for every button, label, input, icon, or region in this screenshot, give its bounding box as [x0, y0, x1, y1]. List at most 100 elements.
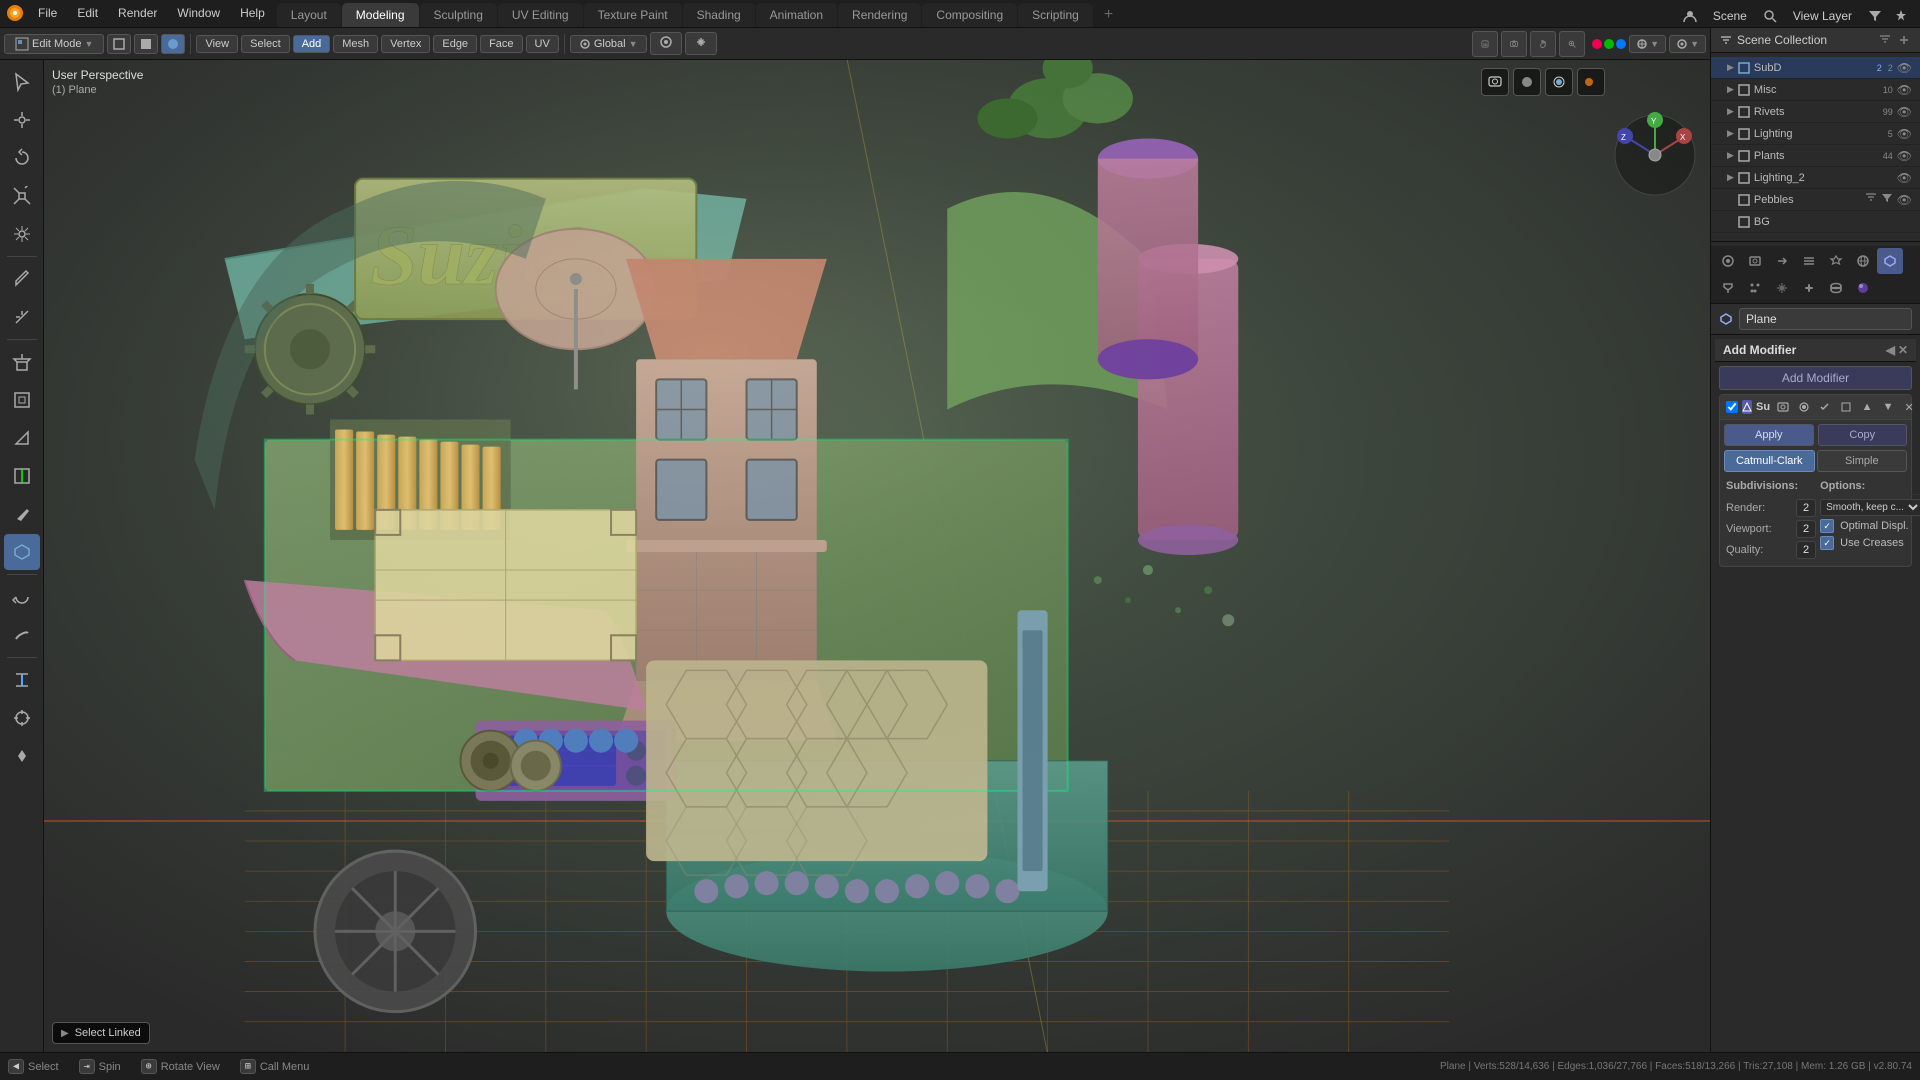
tab-modeling[interactable]: Modeling [342, 3, 419, 27]
menu-window[interactable]: Window [169, 0, 228, 27]
view-type-solid[interactable] [134, 34, 158, 54]
filter-icon[interactable] [1864, 5, 1886, 27]
prop-view-layer-icon[interactable] [1796, 248, 1822, 274]
mod-cage-toggle[interactable] [1837, 398, 1855, 416]
edge-menu-btn[interactable]: Edge [433, 35, 477, 53]
move-tool[interactable] [4, 102, 40, 138]
viewport-rendered-btn[interactable] [1577, 68, 1605, 96]
poly-build-tool[interactable] [4, 534, 40, 570]
view-type-wire[interactable] [107, 34, 131, 54]
apply-button[interactable]: Apply [1724, 424, 1814, 446]
menu-help[interactable]: Help [232, 0, 273, 27]
push-pull-tool[interactable] [4, 738, 40, 774]
collection-eye-rivets[interactable]: 👁 [1897, 105, 1912, 119]
mod-move-up[interactable]: ▲ [1858, 398, 1876, 416]
collection-eye-lighting[interactable]: 👁 [1897, 127, 1912, 141]
face-menu-btn[interactable]: Face [480, 35, 522, 53]
collection-item-rivets[interactable]: ▶ Rivets 99 👁 [1711, 101, 1920, 123]
tab-add-button[interactable]: + [1094, 3, 1123, 27]
simple-button[interactable]: Simple [1817, 450, 1908, 472]
hand-icon[interactable] [1530, 31, 1556, 57]
prop-scene-props-icon[interactable] [1823, 248, 1849, 274]
use-creases-checkbox[interactable] [1820, 536, 1834, 550]
collection-filter-icon[interactable] [1877, 32, 1893, 48]
snap-magnet-btn[interactable] [685, 32, 717, 55]
nav-gizmo[interactable]: Y X Z [1610, 110, 1700, 200]
search-icon[interactable] [1759, 5, 1781, 27]
prop-particles-icon[interactable] [1742, 275, 1768, 301]
prop-modifier-icon[interactable] [1715, 275, 1741, 301]
menu-file[interactable]: File [30, 0, 65, 27]
loop-cut-tool[interactable] [4, 458, 40, 494]
tab-scripting[interactable]: Scripting [1018, 3, 1093, 27]
view-type-material[interactable] [161, 34, 185, 54]
annotate-tool[interactable] [4, 261, 40, 297]
transform-tool[interactable] [4, 216, 40, 252]
proportional-btn[interactable] [650, 32, 682, 55]
prop-scene-icon[interactable] [1715, 248, 1741, 274]
tab-sculpting[interactable]: Sculpting [420, 3, 497, 27]
inset-tool[interactable] [4, 382, 40, 418]
gizmo-toggle-btn[interactable]: ▼ [1669, 35, 1706, 53]
prop-render-icon[interactable] [1742, 248, 1768, 274]
blender-logo-icon[interactable] [4, 2, 26, 24]
collection-eye-misc[interactable]: 👁 [1897, 83, 1912, 97]
camera-icon[interactable] [1501, 31, 1527, 57]
tab-animation[interactable]: Animation [756, 3, 837, 27]
cursor-tool[interactable] [4, 64, 40, 100]
menu-render[interactable]: Render [110, 0, 165, 27]
smooth-tool[interactable] [4, 617, 40, 653]
prop-material-icon[interactable] [1850, 275, 1876, 301]
shrink-fatten-tool[interactable] [4, 700, 40, 736]
collection-item-lighting2[interactable]: ▶ Lighting_2 👁 [1711, 167, 1920, 189]
add-modifier-button[interactable]: Add Modifier [1719, 366, 1912, 390]
collection-item-subd[interactable]: ▶ SubD 2 2 👁 [1711, 57, 1920, 79]
viewport-solid-btn[interactable] [1513, 68, 1541, 96]
render-value-field[interactable]: 2 [1796, 499, 1816, 517]
zoom-icon[interactable] [1559, 31, 1585, 57]
uv-menu-btn[interactable]: UV [526, 35, 559, 53]
prop-data-icon[interactable] [1823, 275, 1849, 301]
bevel-tool[interactable] [4, 420, 40, 456]
prop-constraints-icon[interactable] [1796, 275, 1822, 301]
copy-button[interactable]: Copy [1818, 424, 1908, 446]
prop-physics-icon[interactable] [1769, 275, 1795, 301]
collection-new-icon[interactable] [1896, 32, 1912, 48]
mod-move-down[interactable]: ▼ [1879, 398, 1897, 416]
modifier-close-icon[interactable]: ✕ [1898, 343, 1908, 357]
collection-item-lighting[interactable]: ▶ Lighting 5 👁 [1711, 123, 1920, 145]
prop-output-icon[interactable] [1769, 248, 1795, 274]
collection-item-pebbles[interactable]: ▶ Pebbles 👁 [1711, 189, 1920, 211]
tab-texture-paint[interactable]: Texture Paint [584, 3, 682, 27]
rotate-tool[interactable] [4, 140, 40, 176]
3d-icon[interactable]: 3D [1472, 31, 1498, 57]
collection-eye-subd[interactable]: 👁 [1897, 61, 1912, 75]
smooth-select[interactable]: Smooth, keep c... [1820, 499, 1920, 516]
tab-layout[interactable]: Layout [277, 3, 341, 27]
collection-item-bg[interactable]: ▶ BG [1711, 211, 1920, 233]
prop-object-icon[interactable] [1877, 248, 1903, 274]
edge-slide-tool[interactable] [4, 662, 40, 698]
pin-icon[interactable] [1890, 5, 1912, 27]
vertex-menu-btn[interactable]: Vertex [381, 35, 430, 53]
tab-uv-editing[interactable]: UV Editing [498, 3, 583, 27]
catmull-clark-button[interactable]: Catmull-Clark [1724, 450, 1815, 472]
collection-item-plants[interactable]: ▶ Plants 44 👁 [1711, 145, 1920, 167]
snap-btn[interactable]: Global ▼ [570, 35, 647, 53]
spin-tool[interactable] [4, 579, 40, 615]
collection-item-misc[interactable]: ▶ Misc 10 👁 [1711, 79, 1920, 101]
main-viewport[interactable]: Suzie's Suzie's [44, 60, 1710, 1052]
viewport-overlay-btn[interactable]: ▼ [1629, 35, 1666, 53]
collection-eye-lighting2[interactable]: 👁 [1897, 171, 1912, 185]
extrude-tool[interactable] [4, 344, 40, 380]
collection-eye-pebbles[interactable]: 👁 [1897, 193, 1912, 207]
mod-render-toggle[interactable] [1774, 398, 1792, 416]
edit-mode-selector[interactable]: Edit Mode ▼ [4, 34, 104, 54]
tab-compositing[interactable]: Compositing [922, 3, 1017, 27]
prop-world-icon[interactable] [1850, 248, 1876, 274]
pebbles-filter-icon[interactable] [1865, 192, 1877, 207]
collection-eye-plants[interactable]: 👁 [1897, 149, 1912, 163]
add-menu-btn[interactable]: Add [293, 35, 331, 53]
mod-viewport-toggle[interactable] [1795, 398, 1813, 416]
measure-tool[interactable] [4, 299, 40, 335]
